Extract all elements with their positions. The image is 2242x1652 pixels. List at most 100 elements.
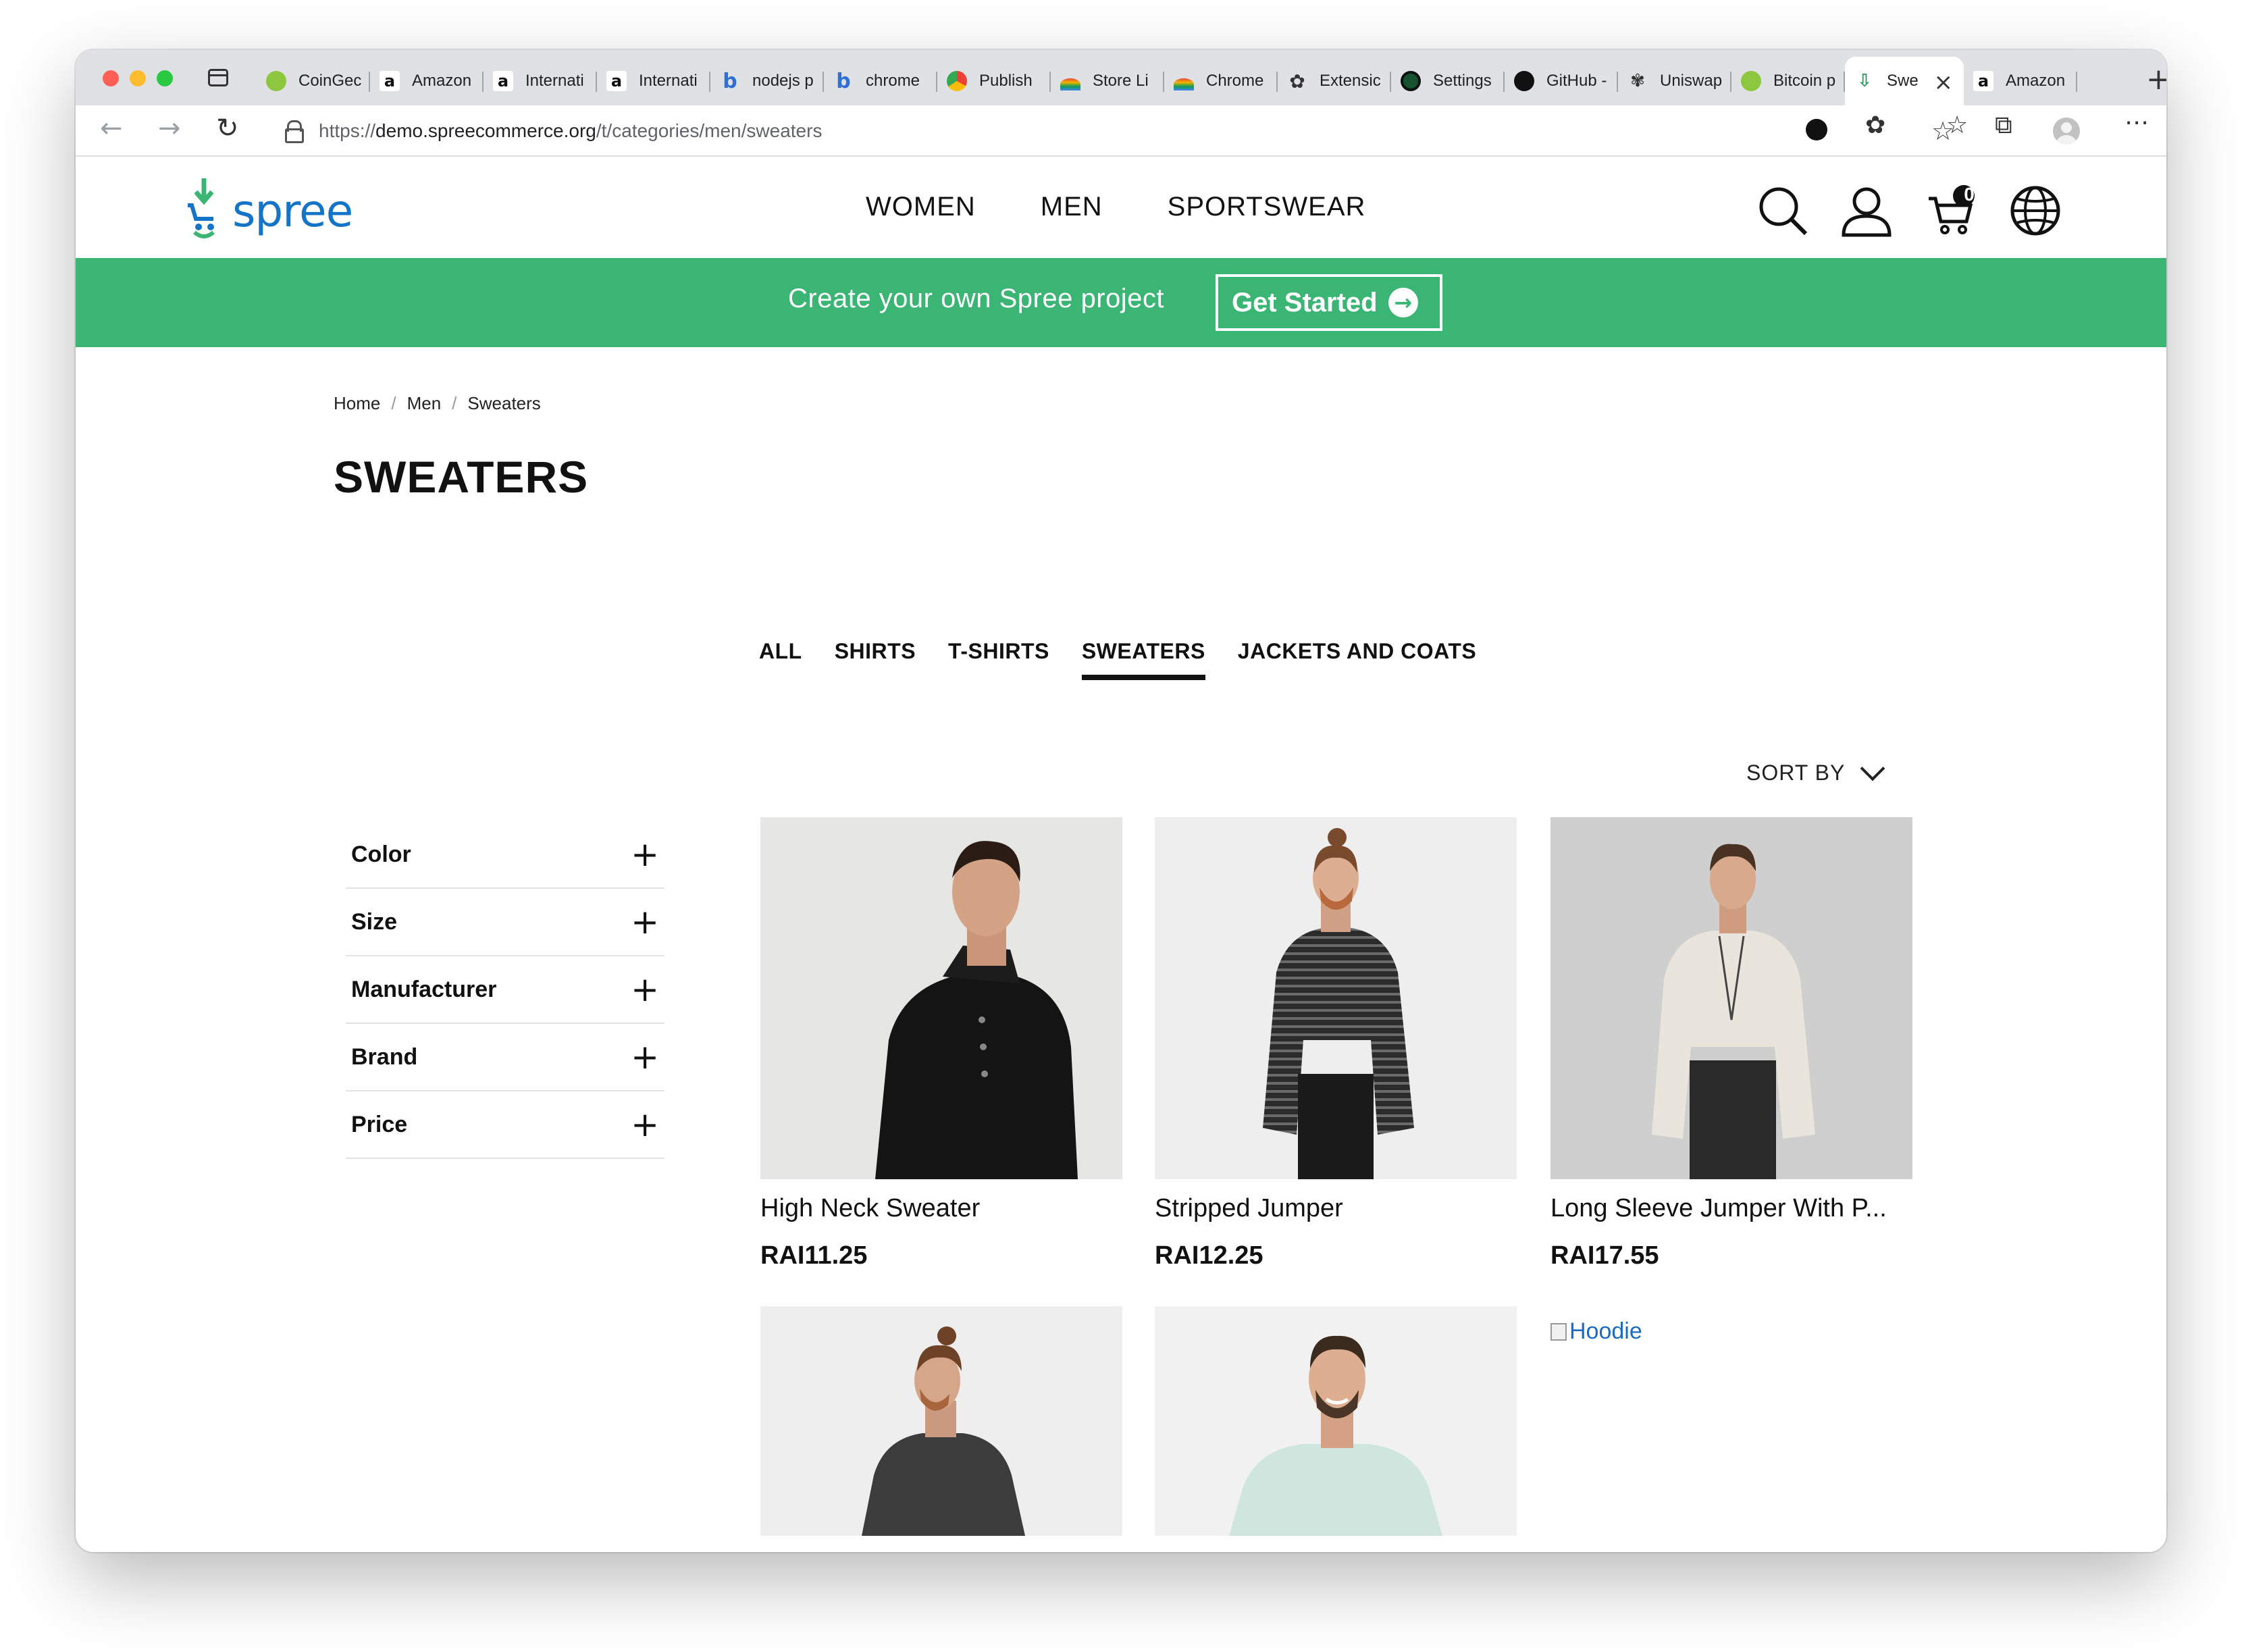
tab-title: Store Li — [1093, 72, 1149, 90]
filter-color[interactable]: Color + — [346, 821, 664, 889]
forward-icon[interactable]: → — [158, 115, 181, 142]
product-image[interactable] — [760, 817, 1122, 1179]
tab-all[interactable]: ALL — [759, 639, 802, 680]
product-price: RAI12.25 — [1155, 1241, 1263, 1270]
product-card[interactable] — [760, 1306, 1122, 1536]
browser-tab[interactable]: ✿ Extensic — [1278, 57, 1391, 105]
tab-shirts[interactable]: SHIRTS — [835, 639, 916, 680]
search-icon[interactable] — [1756, 184, 1810, 238]
breadcrumb-current: Sweaters — [467, 393, 541, 413]
product-card[interactable]: Long Sleeve Jumper With P... RAI17.55 — [1550, 817, 1912, 1270]
amazon-icon: a — [606, 71, 627, 91]
browser-tab[interactable]: a Amazon — [370, 57, 484, 105]
tab-list: CoinGec a Amazon a Internati a Internati bn… — [257, 57, 2077, 105]
product-image[interactable] — [1155, 817, 1517, 1179]
tab-t-shirts[interactable]: T-SHIRTS — [948, 639, 1049, 680]
product-photo — [875, 841, 1078, 1179]
reload-icon[interactable]: ↻ — [216, 115, 239, 142]
extension-icon[interactable] — [1806, 119, 1827, 140]
browser-tab[interactable]: a Internati — [597, 57, 710, 105]
get-started-button[interactable]: Get Started → — [1216, 274, 1442, 331]
filter-label: Color — [351, 841, 411, 867]
nav-men[interactable]: MEN — [1041, 192, 1103, 222]
browser-tab[interactable]: b chrome — [824, 57, 937, 105]
new-tab-button[interactable]: + — [2146, 65, 2166, 95]
site-header: spree WOMEN MEN SPORTSWEAR 0 — [76, 158, 2166, 258]
filter-size[interactable]: Size + — [346, 889, 664, 956]
product-photo — [862, 1326, 1025, 1536]
tab-sweaters[interactable]: SWEATERS — [1081, 639, 1205, 680]
favorites-icon[interactable]: ☆ — [1946, 113, 1968, 138]
tab-title: chrome — [866, 72, 920, 90]
filter-label: Size — [351, 908, 398, 935]
filter-price[interactable]: Price + — [346, 1091, 664, 1159]
logo-text: spree — [232, 185, 353, 237]
browser-tab[interactable]: Publish — [937, 57, 1051, 105]
url-text[interactable]: https://demo.spreecommerce.org/t/categor… — [319, 120, 822, 142]
profile-avatar[interactable] — [2053, 118, 2080, 145]
amazon-icon: a — [1973, 71, 1993, 91]
extension-icon: ✿ — [1289, 70, 1305, 93]
back-icon[interactable]: ← — [100, 115, 123, 142]
product-card[interactable]: Hoodie — [1550, 1318, 1912, 1345]
product-name[interactable]: Long Sleeve Jumper With P... — [1550, 1194, 1887, 1223]
plus-icon: + — [631, 1105, 659, 1144]
tab-actions-icon[interactable] — [208, 69, 228, 86]
category-tabs: ALL SHIRTS T-SHIRTS SWEATERS JACKETS AND… — [759, 639, 1509, 680]
nav-sportswear[interactable]: SPORTSWEAR — [1168, 192, 1366, 222]
broken-image-placeholder[interactable]: Hoodie — [1550, 1318, 1912, 1345]
product-card[interactable]: High Neck Sweater RAI11.25 — [760, 817, 1122, 1270]
filter-sidebar: Color + Size + Manufacturer + Brand + Price + — [346, 821, 664, 1159]
breadcrumb-home[interactable]: Home — [334, 393, 380, 414]
url-path: /t/categories/men/sweaters — [596, 120, 823, 141]
lock-icon — [285, 120, 304, 143]
plus-icon: + — [631, 1037, 659, 1077]
filter-label: Brand — [351, 1043, 418, 1070]
product-image[interactable] — [760, 1306, 1122, 1536]
close-tab-icon[interactable]: × — [1934, 69, 1954, 96]
filter-brand[interactable]: Brand + — [346, 1024, 664, 1091]
browser-tab[interactable]: a Internati — [484, 57, 597, 105]
tab-strip: CoinGec a Amazon a Internati a Internati bn… — [76, 50, 2166, 105]
spree-logo[interactable]: spree — [184, 176, 353, 240]
browser-tab[interactable]: ✾ Uniswap — [1618, 57, 1731, 105]
product-name[interactable]: Stripped Jumper — [1155, 1194, 1343, 1223]
rainbow-icon — [1060, 78, 1080, 91]
product-image[interactable] — [1550, 817, 1912, 1179]
tab-title: Internati — [525, 72, 584, 90]
product-image[interactable] — [1155, 1306, 1517, 1536]
tab-title: GitHub - — [1546, 72, 1607, 90]
tab-jackets-and-coats[interactable]: JACKETS AND COATS — [1238, 639, 1476, 680]
browser-tab[interactable]: CoinGec — [257, 57, 370, 105]
product-card[interactable]: Stripped Jumper RAI12.25 — [1155, 817, 1517, 1270]
minimize-window-button[interactable] — [130, 70, 146, 86]
nav-women[interactable]: WOMEN — [866, 192, 976, 222]
globe-icon[interactable] — [2008, 184, 2062, 238]
product-card[interactable] — [1155, 1306, 1517, 1536]
sort-dropdown[interactable]: SORT BY — [1746, 756, 1885, 785]
breadcrumb-separator: / — [391, 393, 396, 413]
maximize-window-button[interactable] — [157, 70, 173, 86]
filter-manufacturer[interactable]: Manufacturer + — [346, 956, 664, 1024]
close-window-button[interactable] — [103, 70, 119, 86]
promo-text: Create your own Spree project — [788, 284, 1164, 313]
tab-title: Amazon — [412, 72, 472, 90]
url-host: demo.spreecommerce.org — [375, 120, 596, 141]
browser-tab[interactable]: Settings — [1391, 57, 1505, 105]
browser-tab[interactable]: Store Li — [1051, 57, 1164, 105]
account-icon[interactable] — [1840, 184, 1894, 238]
collections-icon[interactable]: ⧉ — [1995, 113, 2012, 138]
more-icon[interactable]: ⋯ — [2124, 111, 2149, 135]
browser-tab[interactable]: Bitcoin p — [1731, 57, 1845, 105]
browser-tab[interactable]: Chrome — [1164, 57, 1278, 105]
breadcrumb-men[interactable]: Men — [407, 393, 442, 414]
extensions-icon[interactable]: ✿ — [1865, 113, 1885, 138]
product-name[interactable]: High Neck Sweater — [760, 1194, 980, 1223]
address-bar[interactable]: https://demo.spreecommerce.org/t/categor… — [271, 112, 1954, 150]
browser-tab[interactable]: a Amazon — [1964, 57, 2077, 105]
browser-tab-active[interactable]: ⇩ Swe × — [1845, 57, 1964, 105]
tab-title: Swe — [1887, 72, 1919, 90]
browser-tab[interactable]: GitHub - — [1505, 57, 1618, 105]
amazon-icon: a — [380, 71, 400, 91]
browser-tab[interactable]: b nodejs p — [710, 57, 824, 105]
